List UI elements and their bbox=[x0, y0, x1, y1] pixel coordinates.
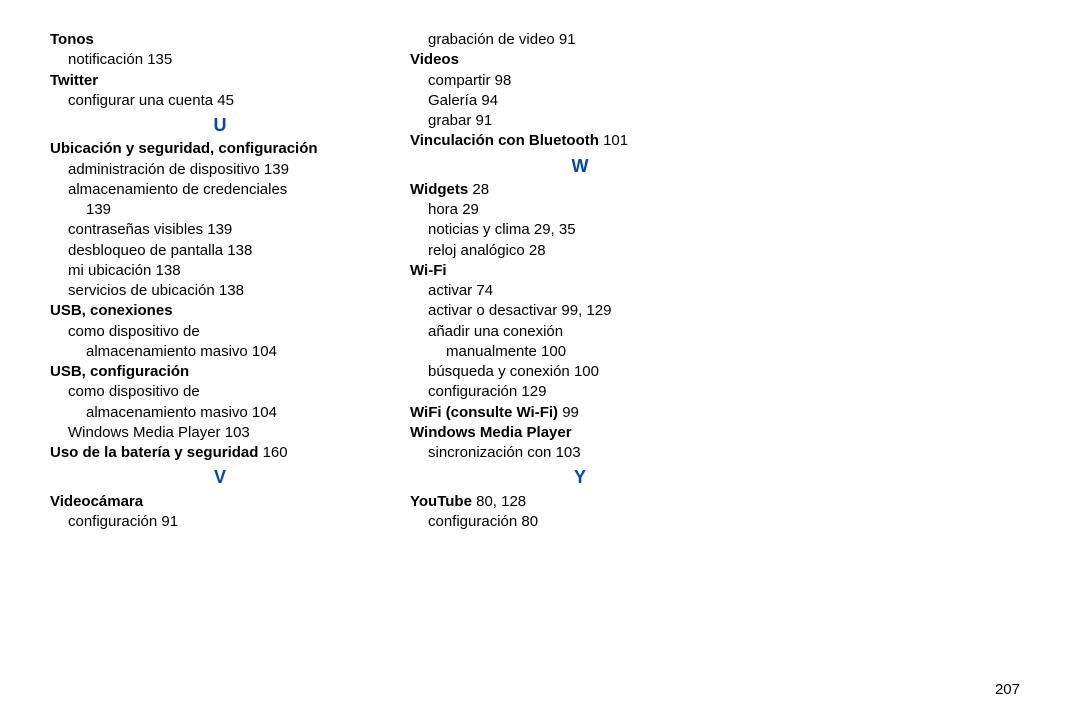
index-heading-ubicacion: Ubicación y seguridad, configuración bbox=[50, 139, 390, 159]
index-sub: mi ubicación 138 bbox=[50, 261, 390, 281]
index-heading-text: YouTube bbox=[410, 493, 472, 510]
index-sub: activar 74 bbox=[410, 281, 750, 301]
index-sub: búsqueda y conexión 100 bbox=[410, 362, 750, 382]
index-sub: notificación 135 bbox=[50, 50, 390, 70]
index-heading-pages: 28 bbox=[468, 181, 489, 198]
index-heading-text: Widgets bbox=[410, 181, 468, 198]
index-sub: servicios de ubicación 138 bbox=[50, 281, 390, 301]
section-letter-v: V bbox=[50, 465, 390, 489]
page-number: 207 bbox=[995, 680, 1020, 700]
index-sub: configurar una cuenta 45 bbox=[50, 91, 390, 111]
index-heading-youtube: YouTube 80, 128 bbox=[410, 492, 750, 512]
index-heading-usb-configuracion: USB, configuración bbox=[50, 362, 390, 382]
index-heading-videos: Videos bbox=[410, 50, 750, 70]
index-sub: grabar 91 bbox=[410, 111, 750, 131]
index-heading-pages: 160 bbox=[258, 444, 287, 461]
index-sub: configuración 129 bbox=[410, 382, 750, 402]
section-letter-u: U bbox=[50, 113, 390, 137]
index-sub: activar o desactivar 99, 129 bbox=[410, 301, 750, 321]
index-heading-pages: 99 bbox=[558, 404, 579, 421]
index-column-2: grabación de video 91 Videos compartir 9… bbox=[410, 30, 750, 532]
index-heading-widgets: Widgets 28 bbox=[410, 180, 750, 200]
index-sub: grabación de video 91 bbox=[410, 30, 750, 50]
index-heading-usb-conexiones: USB, conexiones bbox=[50, 301, 390, 321]
index-heading-pages: 80, 128 bbox=[472, 493, 526, 510]
index-sub: contraseñas visibles 139 bbox=[50, 220, 390, 240]
index-heading-videocamara: Videocámara bbox=[50, 492, 390, 512]
index-sub: como dispositivo de bbox=[50, 322, 390, 342]
index-sub: Windows Media Player 103 bbox=[50, 423, 390, 443]
index-heading-uso-bateria: Uso de la batería y seguridad 160 bbox=[50, 443, 390, 463]
index-heading-text: Vinculación con Bluetooth bbox=[410, 132, 599, 149]
index-heading-pages: 101 bbox=[599, 132, 628, 149]
index-heading-tonos: Tonos bbox=[50, 30, 390, 50]
index-heading-wmp: Windows Media Player bbox=[410, 423, 750, 443]
index-sub-cont: almacenamiento masivo 104 bbox=[50, 403, 390, 423]
index-sub: almacenamiento de credenciales bbox=[50, 180, 390, 200]
index-heading-text: WiFi (consulte Wi-Fi) bbox=[410, 404, 558, 421]
section-letter-w: W bbox=[410, 154, 750, 178]
index-sub: reloj analógico 28 bbox=[410, 241, 750, 261]
index-heading-wifi-consulte: WiFi (consulte Wi-Fi) 99 bbox=[410, 403, 750, 423]
index-sub: configuración 80 bbox=[410, 512, 750, 532]
index-sub: como dispositivo de bbox=[50, 382, 390, 402]
index-sub: Galería 94 bbox=[410, 91, 750, 111]
index-sub: desbloqueo de pantalla 138 bbox=[50, 241, 390, 261]
index-heading-wifi: Wi-Fi bbox=[410, 261, 750, 281]
index-sub: hora 29 bbox=[410, 200, 750, 220]
index-heading-text: Uso de la batería y seguridad bbox=[50, 444, 258, 461]
index-sub: noticias y clima 29, 35 bbox=[410, 220, 750, 240]
index-heading-twitter: Twitter bbox=[50, 71, 390, 91]
index-sub: administración de dispositivo 139 bbox=[50, 160, 390, 180]
index-sub-cont: manualmente 100 bbox=[410, 342, 750, 362]
index-column-1: Tonos notificación 135 Twitter configura… bbox=[50, 30, 390, 532]
index-sub-cont: 139 bbox=[50, 200, 390, 220]
index-sub: compartir 98 bbox=[410, 71, 750, 91]
index-sub: sincronización con 103 bbox=[410, 443, 750, 463]
index-sub: configuración 91 bbox=[50, 512, 390, 532]
index-sub: añadir una conexión bbox=[410, 322, 750, 342]
index-sub-cont: almacenamiento masivo 104 bbox=[50, 342, 390, 362]
section-letter-y: Y bbox=[410, 465, 750, 489]
index-heading-vinculacion-bluetooth: Vinculación con Bluetooth 101 bbox=[410, 131, 750, 151]
